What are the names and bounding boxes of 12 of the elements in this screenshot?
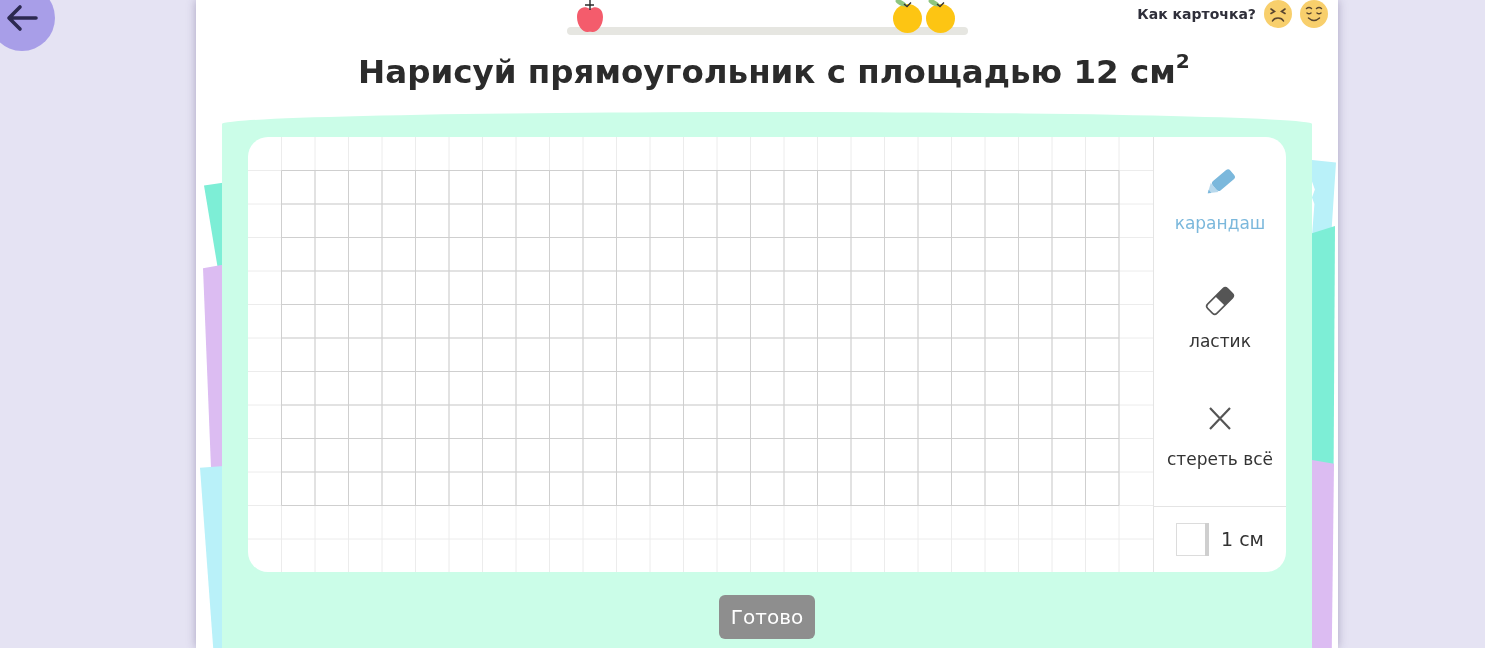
tool-button[interactable]: стереть всё	[1154, 373, 1286, 491]
fruit-icon	[924, 0, 956, 33]
tool-button[interactable]: ластик	[1154, 255, 1286, 373]
fruit-icon	[891, 0, 923, 33]
left-arrow-icon	[6, 4, 38, 32]
apple-icon	[575, 0, 604, 33]
sad-face-icon[interactable]	[1264, 0, 1292, 28]
scale-label: 1 см	[1221, 527, 1264, 553]
smiling-face-icon[interactable]	[1300, 0, 1328, 28]
task-title: Нарисуй прямоугольник с площадью 12 см$^{2}$	[357, 47, 1191, 93]
feedback-question: Как карточка?	[1137, 4, 1256, 24]
unit-square-icon	[1176, 523, 1210, 556]
